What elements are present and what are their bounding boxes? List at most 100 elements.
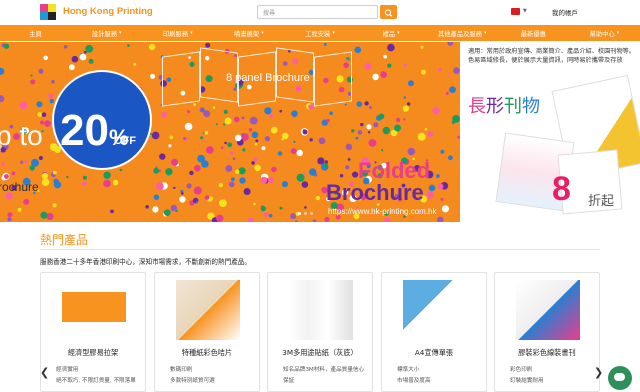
confetti-dot (189, 170, 194, 176)
confetti-dot (242, 148, 246, 152)
brochure-panel-outline (162, 51, 200, 107)
carousel-prev-arrow-icon[interactable]: ❮ (40, 366, 49, 379)
confetti-dot (403, 96, 407, 99)
confetti-dot (421, 69, 426, 75)
confetti-dot (357, 130, 363, 135)
nav-item-installation[interactable]: 工程安裝 ▾ (284, 25, 355, 41)
confetti-dot (437, 183, 444, 190)
product-card[interactable]: 經濟型膠易拉架 經濟實用 絕不取巧, 不限訂貨量, 不限落單 (40, 272, 146, 392)
confetti-dot (382, 126, 390, 135)
confetti-dot (345, 165, 350, 170)
language-flag-icon[interactable] (511, 8, 520, 15)
product-card[interactable]: 膠裝彩色線裝書刊 彩色印刷 釘裝結實耐用 (494, 272, 600, 392)
confetti-dot (194, 164, 201, 172)
confetti-dot (110, 209, 114, 214)
confetti-dot (30, 74, 33, 77)
confetti-dot (3, 43, 10, 49)
discount-percent: 20% (60, 106, 129, 156)
product-name: A4宣傳單張 (414, 348, 454, 357)
confetti-dot (68, 64, 75, 71)
search-input[interactable]: 搜尋 (257, 5, 378, 19)
carousel-dot[interactable] (298, 212, 301, 215)
chevron-down-icon[interactable]: ▼ (523, 8, 527, 14)
promo-panel[interactable]: 適用：常用於政府宣傳、商業簡介、產品介紹、校園刊物等。色易區域修長，便於展示大量… (460, 42, 640, 222)
chat-widget-icon[interactable] (608, 366, 632, 390)
confetti-dot (63, 45, 68, 49)
product-card[interactable]: A4宣傳單張 標準大小 市場普及度高 (381, 272, 487, 392)
confetti-dot (301, 181, 309, 188)
brand-name[interactable]: Hong Kong Printing (63, 6, 153, 17)
confetti-dot (354, 46, 362, 54)
confetti-dot (216, 214, 224, 222)
confetti-dot (251, 131, 259, 139)
brochure-panel-outline (314, 51, 352, 107)
confetti-dot (223, 109, 228, 114)
confetti-dot (302, 172, 306, 175)
confetti-dot (161, 111, 167, 118)
confetti-dot (315, 195, 320, 201)
nav-item-design[interactable]: 設計服務 ▾ (71, 25, 142, 41)
nav-item-label: 幫助中心 (589, 30, 615, 38)
confetti-dot (364, 62, 372, 70)
nav-item-help[interactable]: 幫助中心 ▾ (569, 25, 640, 41)
search-button[interactable] (380, 5, 397, 19)
nav-item-offers[interactable]: 最新優惠 (498, 25, 569, 41)
my-account-link[interactable]: 我的帳戶 (552, 7, 578, 17)
confetti-dot (19, 101, 28, 110)
main-nav: 主頁 設計服務 ▾ 印刷服務 ▾ 噴畫展架 ▾ 工程安裝 ▾ 禮品 ▾ 其他產品及服務 ▾ … (0, 25, 640, 41)
confetti-dot (372, 73, 379, 81)
confetti-dot (420, 45, 424, 49)
confetti-dot (238, 167, 246, 175)
product-card[interactable]: 特種紙彩色咭片 數碼印刷 多款特別紙質可選 (154, 272, 260, 392)
confetti-dot (219, 199, 227, 208)
nav-item-other[interactable]: 其他產品及服務 ▾ (427, 25, 498, 41)
nav-item-home[interactable]: 主頁 (0, 25, 71, 41)
nav-item-gifts[interactable]: 禮品 ▾ (356, 25, 427, 41)
discount-value: 20 (60, 106, 109, 155)
nav-item-label: 其他產品及服務 (437, 30, 482, 38)
carousel-dot[interactable] (310, 212, 313, 215)
nav-item-display[interactable]: 噴畫展架 ▾ (213, 25, 284, 41)
banner-url: https://www.hk-printing.com.hk (328, 207, 437, 216)
confetti-dot (173, 186, 176, 190)
confetti-dot (52, 203, 57, 208)
confetti-dot (304, 206, 307, 209)
product-feature: 數碼印刷 (170, 367, 193, 373)
product-feature: 絕不取巧, 不限訂貨量, 不限落單 (56, 378, 136, 384)
confetti-dot (436, 174, 440, 178)
confetti-dot (49, 98, 54, 104)
confetti-dot (40, 211, 48, 219)
nav-item-label: 印刷服務 (162, 30, 189, 38)
confetti-dot (20, 160, 24, 164)
product-image (516, 280, 580, 340)
product-card[interactable]: 3M多用途貼紙（灰底） 知名品牌3M材料，產品質量信心 保証 (267, 272, 373, 392)
confetti-dot (263, 212, 269, 218)
confetti-dot (264, 136, 270, 142)
nav-item-label: 噴畫展架 (234, 30, 260, 38)
product-name: 膠裝彩色線裝書刊 (518, 348, 576, 357)
confetti-dot (260, 206, 266, 212)
brand-logo[interactable] (40, 4, 56, 20)
confetti-dot (227, 142, 233, 148)
confetti-dot (241, 116, 245, 120)
confetti-dot (438, 67, 443, 72)
carousel-dot[interactable] (304, 212, 307, 215)
confetti-dot (270, 126, 278, 134)
confetti-dot (169, 135, 173, 140)
nav-item-printing[interactable]: 印刷服務 ▾ (142, 25, 213, 41)
confetti-dot (440, 197, 444, 201)
product-feature: 知名品牌3M材料，產品質量信心 (283, 367, 365, 373)
confetti-dot (248, 128, 253, 132)
confetti-dot (150, 73, 156, 79)
confetti-dot (290, 213, 297, 220)
confetti-dot (243, 188, 251, 195)
confetti-dot (260, 176, 268, 184)
confetti-dot (364, 101, 369, 106)
carousel-next-arrow-icon[interactable]: ❯ (594, 366, 603, 379)
confetti-dot (378, 113, 385, 120)
confetti-dot (253, 157, 258, 162)
chevron-down-icon: ▾ (397, 30, 400, 36)
confetti-dot (264, 107, 272, 115)
confetti-dot (220, 146, 224, 150)
confetti-dot (453, 67, 460, 74)
